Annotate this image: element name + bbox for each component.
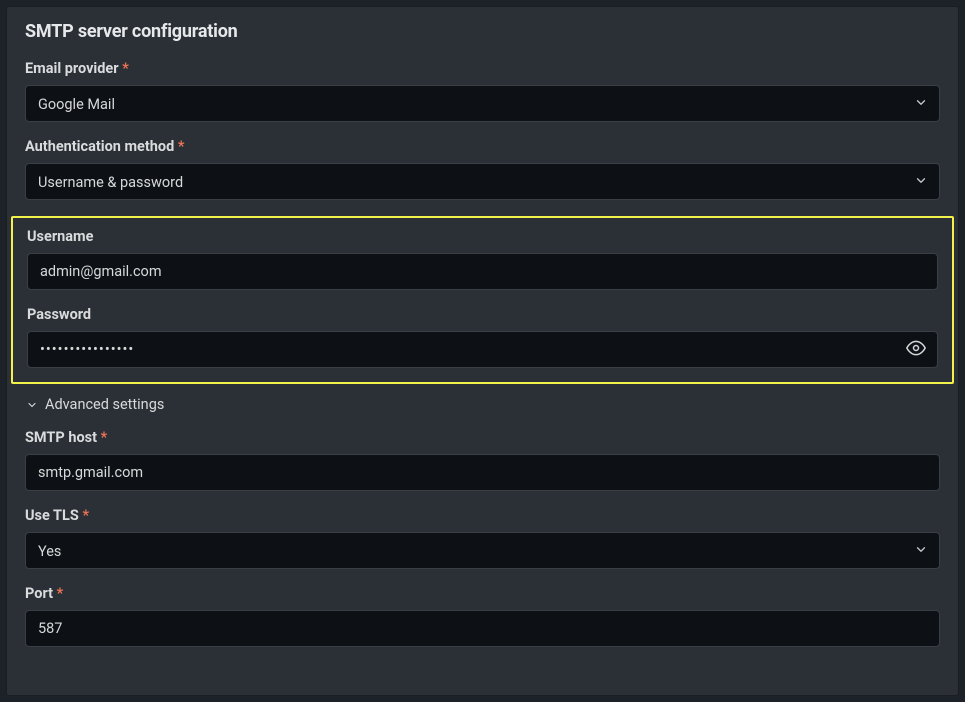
- field-password: Password: [27, 306, 938, 368]
- username-input[interactable]: [27, 253, 938, 290]
- auth-method-label: Authentication method: [25, 138, 174, 155]
- email-provider-label-row: Email provider *: [25, 60, 940, 77]
- port-label: Port: [25, 585, 53, 602]
- smtp-host-label: SMTP host: [25, 429, 97, 446]
- username-label: Username: [27, 228, 938, 245]
- use-tls-label: Use TLS: [25, 507, 79, 524]
- password-input[interactable]: [27, 331, 938, 368]
- use-tls-label-row: Use TLS *: [25, 507, 940, 524]
- email-provider-label: Email provider: [25, 60, 119, 77]
- required-asterisk: *: [82, 507, 89, 524]
- use-tls-value: Yes: [25, 532, 940, 569]
- field-port: Port *: [25, 585, 940, 647]
- port-input[interactable]: [25, 610, 940, 647]
- eye-icon: [906, 338, 926, 361]
- use-tls-select[interactable]: Yes: [25, 532, 940, 569]
- port-label-row: Port *: [25, 585, 940, 602]
- smtp-config-panel: SMTP server configuration Email provider…: [6, 6, 959, 696]
- show-password-button[interactable]: [902, 336, 930, 364]
- field-smtp-host: SMTP host *: [25, 429, 940, 491]
- advanced-settings-toggle[interactable]: Advanced settings: [25, 396, 164, 413]
- auth-method-label-row: Authentication method *: [25, 138, 940, 155]
- auth-method-select[interactable]: Username & password: [25, 163, 940, 200]
- smtp-host-label-row: SMTP host *: [25, 429, 940, 446]
- required-asterisk: *: [178, 138, 185, 155]
- section-title: SMTP server configuration: [25, 21, 940, 42]
- field-email-provider: Email provider * Google Mail: [25, 60, 940, 122]
- chevron-down-icon: [25, 398, 39, 412]
- password-label: Password: [27, 306, 938, 323]
- email-provider-value: Google Mail: [25, 85, 940, 122]
- advanced-settings-label: Advanced settings: [45, 396, 164, 413]
- required-asterisk: *: [57, 585, 64, 602]
- field-username: Username: [27, 228, 938, 290]
- smtp-host-input[interactable]: [25, 454, 940, 491]
- credentials-highlight: Username Password: [11, 216, 954, 384]
- auth-method-value: Username & password: [25, 163, 940, 200]
- email-provider-select[interactable]: Google Mail: [25, 85, 940, 122]
- field-auth-method: Authentication method * Username & passw…: [25, 138, 940, 200]
- required-asterisk: *: [122, 60, 129, 77]
- field-use-tls: Use TLS * Yes: [25, 507, 940, 569]
- required-asterisk: *: [101, 429, 108, 446]
